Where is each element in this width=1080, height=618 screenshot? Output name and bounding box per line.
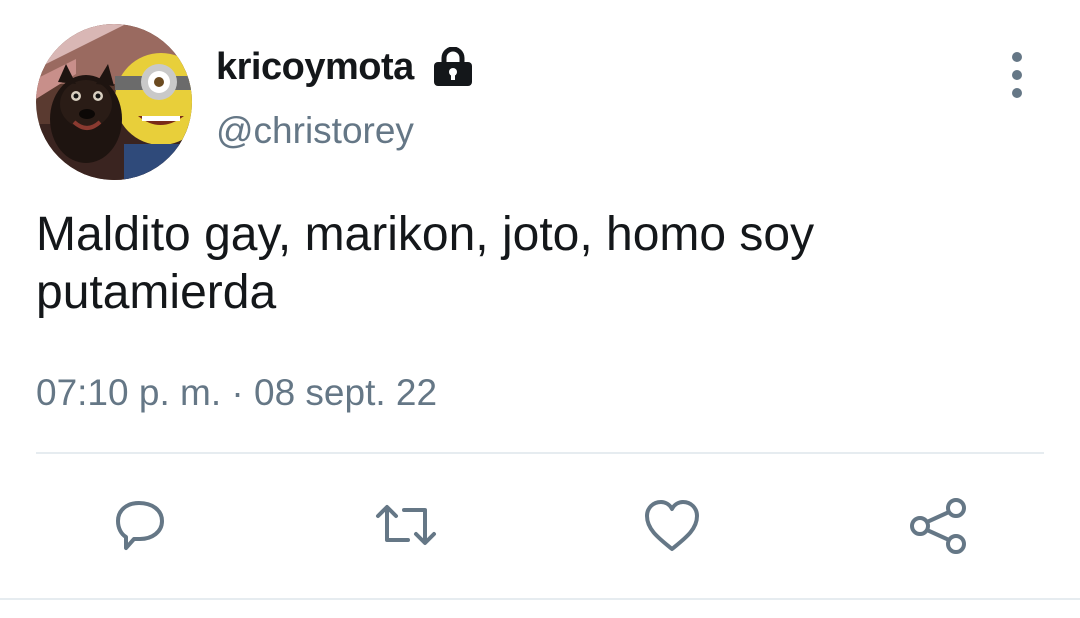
share-icon [910, 498, 966, 554]
avatar[interactable] [36, 24, 192, 180]
user-handle[interactable]: @christorey [216, 110, 414, 152]
like-button[interactable] [640, 494, 704, 558]
tweet-text: Maldito gay, marikon, joto, homo soy put… [36, 208, 815, 319]
retweet-button[interactable] [374, 494, 438, 558]
tweet-timestamp[interactable]: 07:10 p. m. · 08 sept. 22 [36, 372, 437, 414]
divider [0, 598, 1080, 600]
lock-icon [432, 46, 474, 87]
reply-button[interactable] [108, 494, 172, 558]
retweet-icon [376, 505, 436, 545]
display-name[interactable]: kricoymota [216, 46, 414, 89]
more-options-button[interactable] [996, 52, 1038, 98]
avatar-image [36, 24, 192, 180]
more-vertical-icon [1012, 88, 1022, 98]
more-vertical-icon [1012, 70, 1022, 80]
heart-icon [645, 500, 699, 551]
share-button[interactable] [906, 494, 970, 558]
display-name-row: kricoymota [216, 44, 474, 90]
divider [36, 452, 1044, 454]
reply-icon [116, 501, 164, 550]
more-vertical-icon [1012, 52, 1022, 62]
